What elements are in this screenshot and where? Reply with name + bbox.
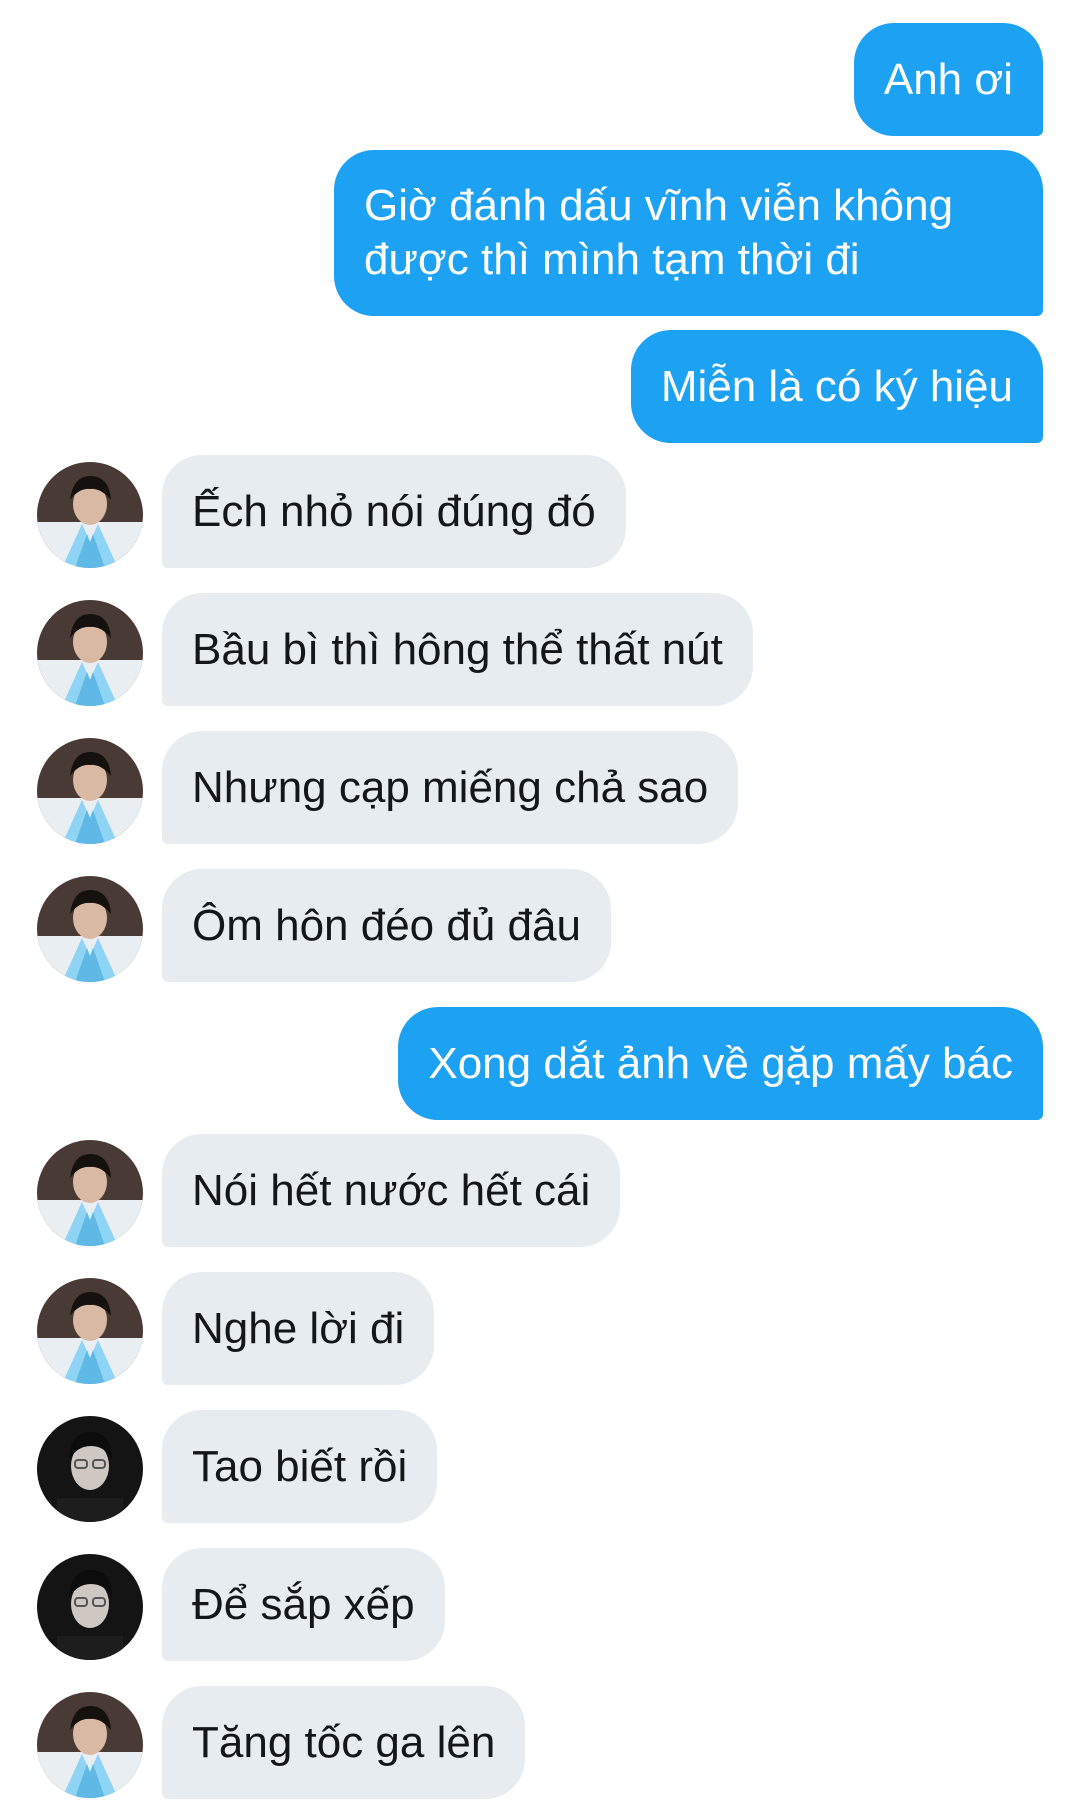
incoming-message[interactable]: Để sắp xếp <box>162 1548 445 1661</box>
incoming-message[interactable]: Ếch nhỏ nói đúng đó <box>162 455 626 568</box>
outgoing-message[interactable]: Xong dắt ảnh về gặp mấy bác <box>398 1007 1043 1120</box>
avatar-dark-icon[interactable] <box>37 1416 143 1522</box>
incoming-message[interactable]: Nói hết nước hết cái <box>162 1134 621 1247</box>
message-text: Ôm hôn đéo đủ đâu <box>192 900 581 950</box>
message-text: Giờ đánh dấu vĩnh viễn không được thì mì… <box>364 181 954 284</box>
message-text: Nói hết nước hết cái <box>192 1165 591 1215</box>
avatar-dark-icon[interactable] <box>37 1554 143 1660</box>
message-text: Ếch nhỏ nói đúng đó <box>192 486 596 536</box>
avatar-hanbok-icon[interactable] <box>37 600 143 706</box>
message-text: Tăng tốc ga lên <box>192 1717 496 1767</box>
message-text: Xong dắt ảnh về gặp mấy bác <box>428 1038 1013 1088</box>
message-text: Tao biết rồi <box>192 1441 408 1491</box>
message-text: Nhưng cạp miếng chả sao <box>192 762 709 812</box>
avatar-hanbok-icon[interactable] <box>37 738 143 844</box>
incoming-message[interactable]: Tăng tốc ga lên <box>162 1686 526 1799</box>
message-text: Anh ơi <box>883 54 1013 104</box>
message-text: Để sắp xếp <box>192 1579 415 1629</box>
chat-thread: Anh ơi Giờ đánh dấu vĩnh viễn không được… <box>0 0 1080 1802</box>
incoming-message[interactable]: Nghe lời đi <box>162 1272 435 1385</box>
outgoing-message[interactable]: Anh ơi <box>853 23 1043 136</box>
message-text: Nghe lời đi <box>192 1303 405 1353</box>
incoming-message[interactable]: Nhưng cạp miếng chả sao <box>162 731 739 844</box>
avatar-hanbok-icon[interactable] <box>37 1692 143 1798</box>
message-text: Miễn là có ký hiệu <box>660 361 1013 411</box>
message-text: Bầu bì thì hông thể thất nút <box>192 624 723 674</box>
avatar-hanbok-icon[interactable] <box>37 1278 143 1384</box>
avatar-hanbok-icon[interactable] <box>37 462 143 568</box>
incoming-message[interactable]: Bầu bì thì hông thể thất nút <box>162 593 753 706</box>
avatar-hanbok-icon[interactable] <box>37 1140 143 1246</box>
incoming-message[interactable]: Tao biết rồi <box>162 1410 438 1523</box>
avatar-hanbok-icon[interactable] <box>37 876 143 982</box>
incoming-message[interactable]: Ôm hôn đéo đủ đâu <box>162 869 611 982</box>
outgoing-message[interactable]: Giờ đánh dấu vĩnh viễn không được thì mì… <box>334 150 1043 316</box>
outgoing-message[interactable]: Miễn là có ký hiệu <box>630 330 1043 443</box>
